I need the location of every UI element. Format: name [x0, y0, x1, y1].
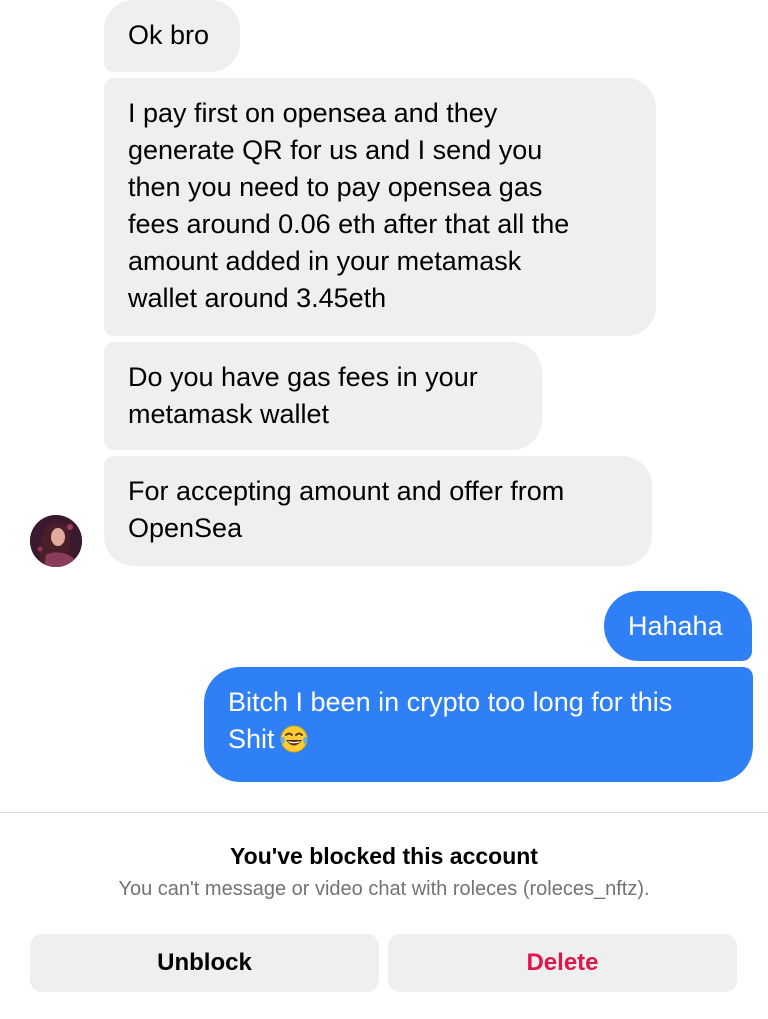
- delete-button[interactable]: Delete: [388, 934, 737, 992]
- contact-avatar[interactable]: [30, 515, 82, 567]
- chat-screen: Ok bro I pay first on opensea and they g…: [0, 0, 768, 1019]
- blocked-subtitle: You can't message or video chat with rol…: [118, 878, 650, 900]
- avatar-portrait-icon: [30, 515, 82, 567]
- incoming-message[interactable]: I pay first on opensea and they generate…: [104, 78, 656, 336]
- unblock-button[interactable]: Unblock: [30, 934, 379, 992]
- blocked-title: You've blocked this account: [230, 843, 538, 869]
- incoming-message[interactable]: Do you have gas fees in your metamask wa…: [104, 342, 542, 450]
- outgoing-message[interactable]: Hahaha: [604, 591, 752, 661]
- incoming-message[interactable]: For accepting amount and offer from Open…: [104, 456, 652, 566]
- section-divider: [0, 812, 768, 813]
- laughing-crying-emoji-icon: [279, 724, 309, 764]
- outgoing-message[interactable]: Bitch I been in crypto too long for this…: [204, 667, 753, 782]
- incoming-message[interactable]: Ok bro: [104, 0, 240, 72]
